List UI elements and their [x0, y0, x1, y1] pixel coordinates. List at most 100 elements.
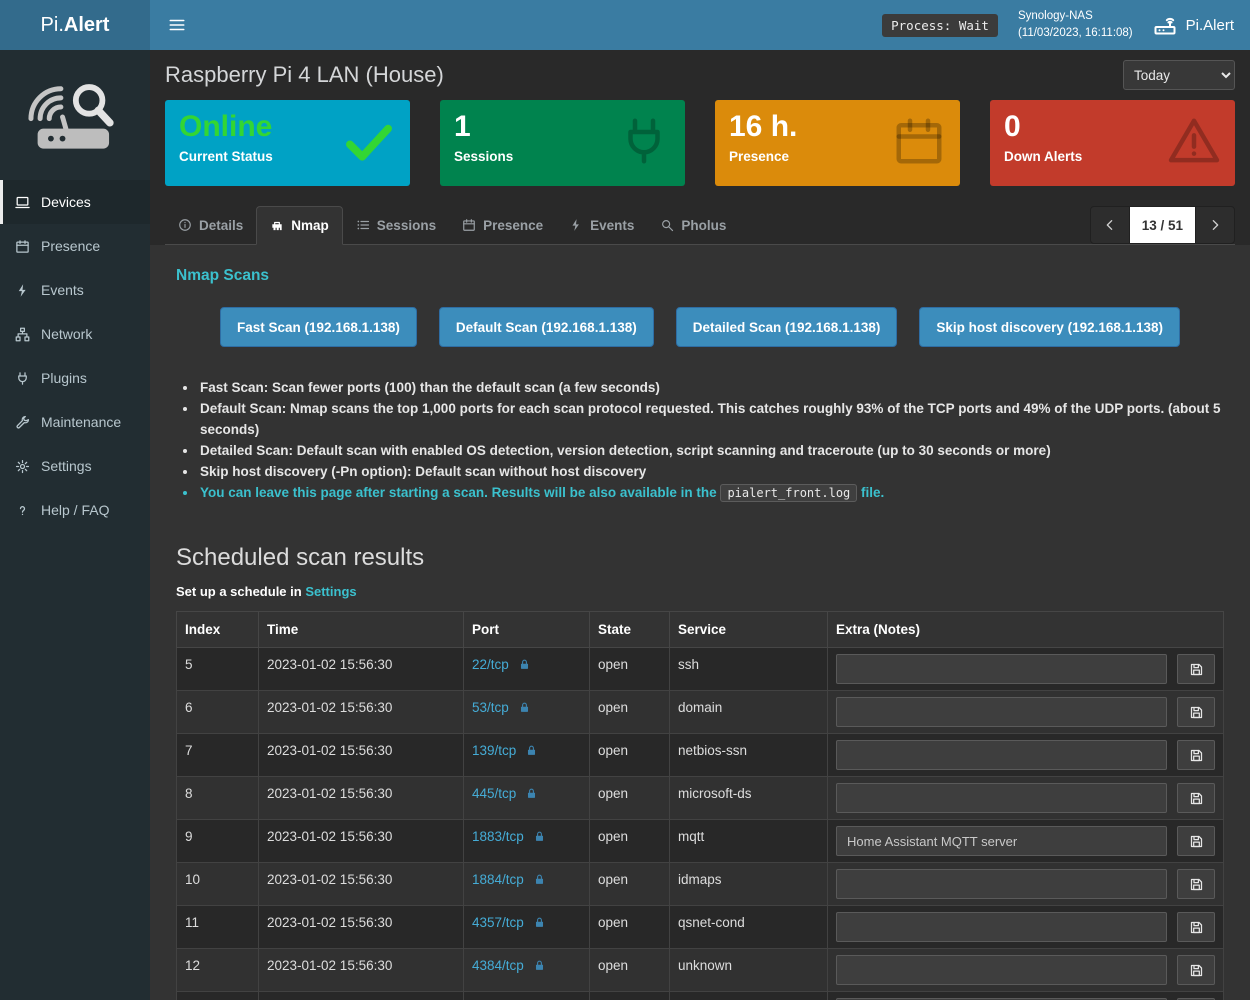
sidebar-item-label: Help / FAQ — [41, 502, 109, 518]
process-status-badge: Process: Wait — [882, 14, 998, 37]
scan-description-item: Skip host discovery (-Pn option): Defaul… — [198, 461, 1224, 482]
top-navbar: Process: Wait Synology-NAS (11/03/2023, … — [150, 0, 1250, 50]
port-link[interactable]: 1883/tcp — [472, 829, 524, 844]
scheduled-results-heading: Scheduled scan results — [176, 544, 1224, 572]
tab-bar: DetailsNmapSessionsPresenceEventsPholus … — [165, 206, 1235, 245]
chevron-right-icon — [1207, 217, 1223, 233]
network-icon — [15, 327, 30, 342]
sidebar-item-label: Network — [41, 326, 92, 342]
port-link[interactable]: 22/tcp — [472, 657, 509, 672]
settings-link[interactable]: Settings — [305, 584, 356, 599]
pager-prev-button[interactable] — [1090, 206, 1130, 244]
cell-port: 53/tcp — [464, 691, 590, 734]
cell-port: 139/tcp — [464, 734, 590, 777]
sidebar-item-events[interactable]: Events — [0, 268, 150, 312]
note-input[interactable] — [836, 912, 1167, 942]
infobox-down-alerts: 0Down Alerts — [990, 100, 1235, 186]
save-note-button[interactable] — [1177, 955, 1215, 985]
calendar-icon — [892, 114, 946, 168]
check-icon — [342, 114, 396, 168]
note-bullet: You can leave this page after starting a… — [198, 482, 1224, 504]
cell-service: polipo — [670, 992, 828, 1000]
scan-button-skip-host-discovery[interactable]: Skip host discovery (192.168.1.138) — [919, 307, 1180, 347]
cell-time: 2023-01-02 15:56:30 — [259, 648, 464, 691]
cell-port: 1884/tcp — [464, 863, 590, 906]
cell-state: open — [590, 820, 670, 863]
laptop-icon — [15, 195, 30, 210]
tab-sessions[interactable]: Sessions — [343, 206, 449, 244]
tab-label: Pholus — [681, 218, 726, 233]
pager-next-button[interactable] — [1195, 206, 1235, 244]
period-select[interactable]: Today — [1123, 60, 1235, 90]
port-link[interactable]: 445/tcp — [472, 786, 516, 801]
save-note-button[interactable] — [1177, 697, 1215, 727]
cell-index: 7 — [177, 734, 259, 777]
table-row: 112023-01-02 15:56:304357/tcpopenqsnet-c… — [177, 906, 1224, 949]
port-link[interactable]: 53/tcp — [472, 700, 509, 715]
tab-events[interactable]: Events — [556, 206, 647, 244]
plug-icon — [617, 114, 671, 168]
sidebar-item-plugins[interactable]: Plugins — [0, 356, 150, 400]
table-row: 82023-01-02 15:56:30445/tcpopenmicrosoft… — [177, 777, 1224, 820]
tab-pholus[interactable]: Pholus — [647, 206, 739, 244]
note-input[interactable] — [836, 826, 1167, 856]
tab-nmap[interactable]: Nmap — [256, 206, 343, 245]
note-input[interactable] — [836, 869, 1167, 899]
lock-icon — [533, 959, 546, 972]
nas-icon — [1153, 13, 1177, 37]
sidebar-item-devices[interactable]: Devices — [0, 180, 150, 224]
lock-icon — [533, 959, 546, 972]
note-input[interactable] — [836, 955, 1167, 985]
tab-presence[interactable]: Presence — [449, 206, 556, 244]
note-input[interactable] — [836, 654, 1167, 684]
cell-state: open — [590, 777, 670, 820]
sidebar-item-settings[interactable]: Settings — [0, 444, 150, 488]
cell-port: 22/tcp — [464, 648, 590, 691]
sidebar-item-presence[interactable]: Presence — [0, 224, 150, 268]
app-link[interactable]: Pi.Alert — [1153, 13, 1234, 37]
table-row: 52023-01-02 15:56:3022/tcpopenssh — [177, 648, 1224, 691]
scan-button-fast-scan[interactable]: Fast Scan (192.168.1.138) — [220, 307, 417, 347]
schedule-hint-text: Set up a schedule in — [176, 584, 302, 599]
cell-service: qsnet-cond — [670, 906, 828, 949]
sidebar-nav: DevicesPresenceEvents Network PluginsMaint… — [0, 180, 150, 532]
cell-port: 4357/tcp — [464, 906, 590, 949]
scan-button-detailed-scan[interactable]: Detailed Scan (192.168.1.138) — [676, 307, 898, 347]
lock-icon — [533, 916, 546, 929]
save-note-button[interactable] — [1177, 826, 1215, 856]
cell-extra — [828, 777, 1224, 820]
app-window: Pi.Alert Process: Wait Synology-NAS (11/… — [0, 0, 1250, 1000]
save-note-button[interactable] — [1177, 869, 1215, 899]
content-header: Raspberry Pi 4 LAN (House) Today OnlineC… — [150, 50, 1250, 245]
sidebar-item-help-faq[interactable]: Help / FAQ — [0, 488, 150, 532]
scan-descriptions: Fast Scan: Scan fewer ports (100) than t… — [198, 377, 1224, 504]
app-logo-image — [0, 50, 150, 180]
host-info: Synology-NAS (11/03/2023, 16:11:08) — [1018, 8, 1133, 41]
note-input[interactable] — [836, 740, 1167, 770]
note-prefix: You can leave this page after starting a… — [200, 485, 717, 500]
table-row: 92023-01-02 15:56:301883/tcpopenmqtt — [177, 820, 1224, 863]
tab-details[interactable]: Details — [165, 206, 256, 244]
sidebar-item-network[interactable]: Network — [0, 312, 150, 356]
note-input[interactable] — [836, 697, 1167, 727]
cell-time: 2023-01-02 15:56:30 — [259, 863, 464, 906]
note-input[interactable] — [836, 783, 1167, 813]
save-note-button[interactable] — [1177, 654, 1215, 684]
scan-description-item: Fast Scan: Scan fewer ports (100) than t… — [198, 377, 1224, 398]
save-note-button[interactable] — [1177, 783, 1215, 813]
scan-description-item: Default Scan: Nmap scans the top 1,000 p… — [198, 398, 1224, 440]
port-link[interactable]: 139/tcp — [472, 743, 516, 758]
port-link[interactable]: 1884/tcp — [472, 872, 524, 887]
cell-time: 2023-01-02 15:56:30 — [259, 820, 464, 863]
sidebar-toggle[interactable] — [150, 0, 204, 50]
port-link[interactable]: 4357/tcp — [472, 915, 524, 930]
lock-icon — [533, 916, 546, 929]
save-note-button[interactable] — [1177, 740, 1215, 770]
sidebar-item-label: Settings — [41, 458, 92, 474]
port-link[interactable]: 4384/tcp — [472, 958, 524, 973]
warning-icon — [1167, 114, 1221, 168]
scan-button-default-scan[interactable]: Default Scan (192.168.1.138) — [439, 307, 654, 347]
cell-extra — [828, 992, 1224, 1000]
save-note-button[interactable] — [1177, 912, 1215, 942]
sidebar-item-maintenance[interactable]: Maintenance — [0, 400, 150, 444]
